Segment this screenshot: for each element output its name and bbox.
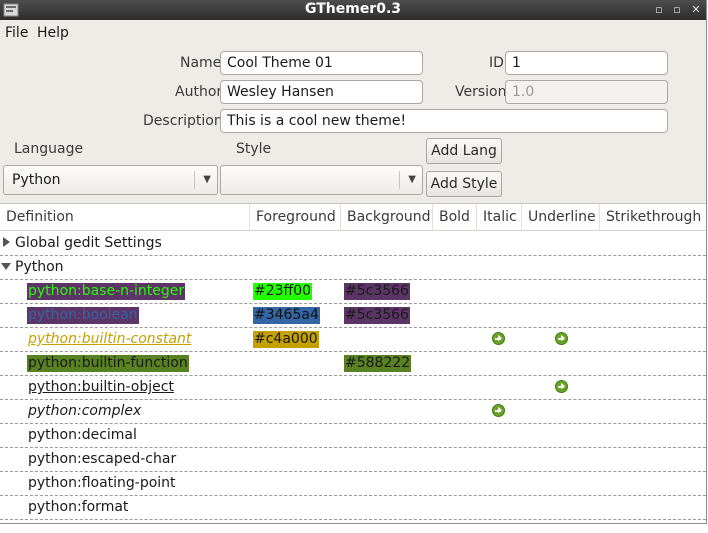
name-label: Name xyxy=(180,55,222,71)
italic-check-icon[interactable] xyxy=(492,332,505,345)
table-row[interactable]: python:builtin-function #588222 xyxy=(0,351,706,376)
author-field[interactable]: Wesley Hansen xyxy=(220,80,423,104)
description-label: Description xyxy=(143,113,223,129)
select-separator xyxy=(399,171,400,189)
style-label: Style xyxy=(236,141,272,157)
column-foreground[interactable]: Foreground xyxy=(250,204,341,230)
background-swatch[interactable]: #588222 xyxy=(344,355,412,372)
definition-cell: python:builtin-constant xyxy=(28,331,192,347)
column-italic[interactable]: Italic xyxy=(477,204,522,230)
definitions-tree[interactable]: Definition Foreground Background Bold It… xyxy=(0,203,706,523)
foreground-swatch[interactable]: #23ff00 xyxy=(253,283,313,300)
definition-cell: python:builtin-object xyxy=(28,379,174,395)
background-swatch[interactable]: #5c3566 xyxy=(344,283,410,300)
column-strikethrough[interactable]: Strikethrough xyxy=(600,204,706,230)
table-row[interactable]: python:decimal xyxy=(0,423,706,448)
group-label: Global gedit Settings xyxy=(15,235,162,251)
column-background[interactable]: Background xyxy=(341,204,433,230)
definition-cell: python:floating-point xyxy=(28,475,176,491)
menu-file[interactable]: File xyxy=(5,25,28,41)
collapse-arrow-icon[interactable] xyxy=(1,263,11,270)
background-swatch[interactable]: #5c3566 xyxy=(344,307,410,324)
version-field: 1.0 xyxy=(505,80,668,104)
menu-help[interactable]: Help xyxy=(37,25,69,41)
maximize-button[interactable]: ▫ xyxy=(670,3,684,17)
author-label: Author xyxy=(175,84,223,100)
tree-header: Definition Foreground Background Bold It… xyxy=(0,204,706,231)
table-row[interactable]: python:base-n-integer #23ff00 #5c3566 xyxy=(0,279,706,304)
minimize-button[interactable]: ▫ xyxy=(652,3,666,17)
id-label: ID xyxy=(489,55,504,71)
select-separator xyxy=(194,171,195,189)
tree-group-global[interactable]: Global gedit Settings xyxy=(0,231,706,256)
chevron-down-icon: ▼ xyxy=(408,174,416,185)
version-label: Version xyxy=(455,84,507,100)
table-row[interactable]: python:builtin-object xyxy=(0,375,706,400)
definition-cell: python:builtin-function xyxy=(27,355,189,372)
id-field[interactable]: 1 xyxy=(505,51,668,75)
chevron-down-icon: ▼ xyxy=(203,174,211,185)
table-row[interactable]: python:escaped-char xyxy=(0,447,706,472)
language-select-value: Python xyxy=(12,172,61,188)
tree-group-python[interactable]: Python xyxy=(0,255,706,280)
definition-cell: python:boolean xyxy=(27,307,139,324)
menu-bar: File Help xyxy=(0,20,706,46)
expand-arrow-icon[interactable] xyxy=(3,237,10,247)
definition-cell: python:base-n-integer xyxy=(27,283,186,300)
column-underline[interactable]: Underline xyxy=(522,204,600,230)
language-label: Language xyxy=(14,141,84,157)
column-bold[interactable]: Bold xyxy=(433,204,477,230)
table-row[interactable]: python:boolean #3465a4 #5c3566 xyxy=(0,303,706,328)
title-bar[interactable]: GThemer0.3 ▫ ▫ ✕ xyxy=(0,0,706,20)
table-row[interactable]: python:builtin-constant #c4a000 xyxy=(0,327,706,352)
foreground-swatch[interactable]: #c4a000 xyxy=(253,331,319,348)
style-select[interactable]: ▼ xyxy=(220,165,423,195)
close-button[interactable]: ✕ xyxy=(689,3,703,17)
add-lang-button[interactable]: Add Lang xyxy=(426,138,502,164)
name-field[interactable]: Cool Theme 01 xyxy=(220,51,423,75)
window-title: GThemer0.3 xyxy=(304,1,402,17)
definition-cell: python:escaped-char xyxy=(28,451,177,467)
description-field[interactable]: This is a cool new theme! xyxy=(220,109,668,133)
definition-cell: python:decimal xyxy=(28,427,137,443)
language-select[interactable]: Python ▼ xyxy=(3,165,218,195)
italic-check-icon[interactable] xyxy=(492,404,505,417)
column-definition[interactable]: Definition xyxy=(0,204,250,230)
table-row[interactable]: python:floating-point xyxy=(0,471,706,496)
definition-cell: python:format xyxy=(28,499,129,515)
definition-cell: python:complex xyxy=(28,403,142,419)
underline-check-icon[interactable] xyxy=(555,380,568,393)
foreground-swatch[interactable]: #3465a4 xyxy=(253,307,320,324)
underline-check-icon[interactable] xyxy=(555,332,568,345)
add-style-button[interactable]: Add Style xyxy=(426,171,502,197)
group-label: Python xyxy=(15,259,64,275)
table-row[interactable]: python:format xyxy=(0,495,706,520)
table-row[interactable]: python:complex xyxy=(0,399,706,424)
main-window: GThemer0.3 ▫ ▫ ✕ File Help Name Cool The… xyxy=(0,0,707,524)
